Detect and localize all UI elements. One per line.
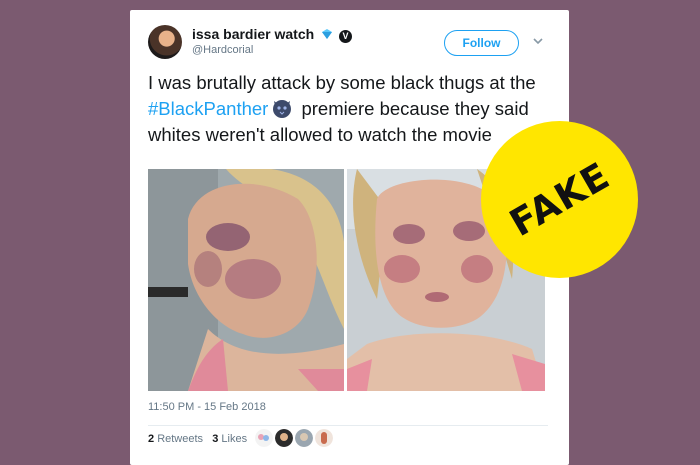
retweets-label: Retweets	[157, 433, 204, 445]
tweet-timestamp[interactable]: 11:50 PM - 15 Feb 2018	[148, 401, 266, 413]
tweet-text: I was brutally attack by some black thug…	[148, 70, 558, 148]
retweets-count: 2	[148, 433, 155, 445]
likes-stat[interactable]: 3 Likes	[212, 433, 247, 445]
panther-emoji-icon	[273, 100, 292, 118]
v-badge-icon: V	[338, 30, 352, 43]
likes-count: 3	[212, 433, 219, 445]
display-name-row[interactable]: issa bardier watch V	[192, 26, 352, 43]
display-name[interactable]: issa bardier watch	[192, 26, 314, 42]
likes-label: Likes	[221, 433, 248, 445]
verified-icon	[322, 29, 333, 39]
hashtag-link[interactable]: #BlackPanther	[148, 98, 268, 119]
fake-badge-text: FAKE	[502, 153, 617, 246]
liker-avatar[interactable]	[255, 429, 273, 447]
tweet-photo-left[interactable]	[148, 169, 344, 391]
handle[interactable]: @Hardcorial	[192, 44, 253, 56]
liker-avatar[interactable]	[315, 429, 333, 447]
retweets-stat[interactable]: 2 Retweets	[148, 433, 203, 445]
liker-avatar[interactable]	[275, 429, 293, 447]
tweet-text-start: I was brutally attack by some black thug…	[148, 72, 536, 93]
fake-badge: FAKE	[481, 121, 638, 278]
chevron-down-icon[interactable]	[533, 36, 543, 46]
liker-avatar[interactable]	[295, 429, 313, 447]
follow-button[interactable]: Follow	[444, 30, 519, 56]
engagement-stats: 2 Retweets 3 Likes	[148, 433, 247, 445]
divider	[148, 425, 548, 426]
avatar[interactable]	[148, 25, 182, 59]
